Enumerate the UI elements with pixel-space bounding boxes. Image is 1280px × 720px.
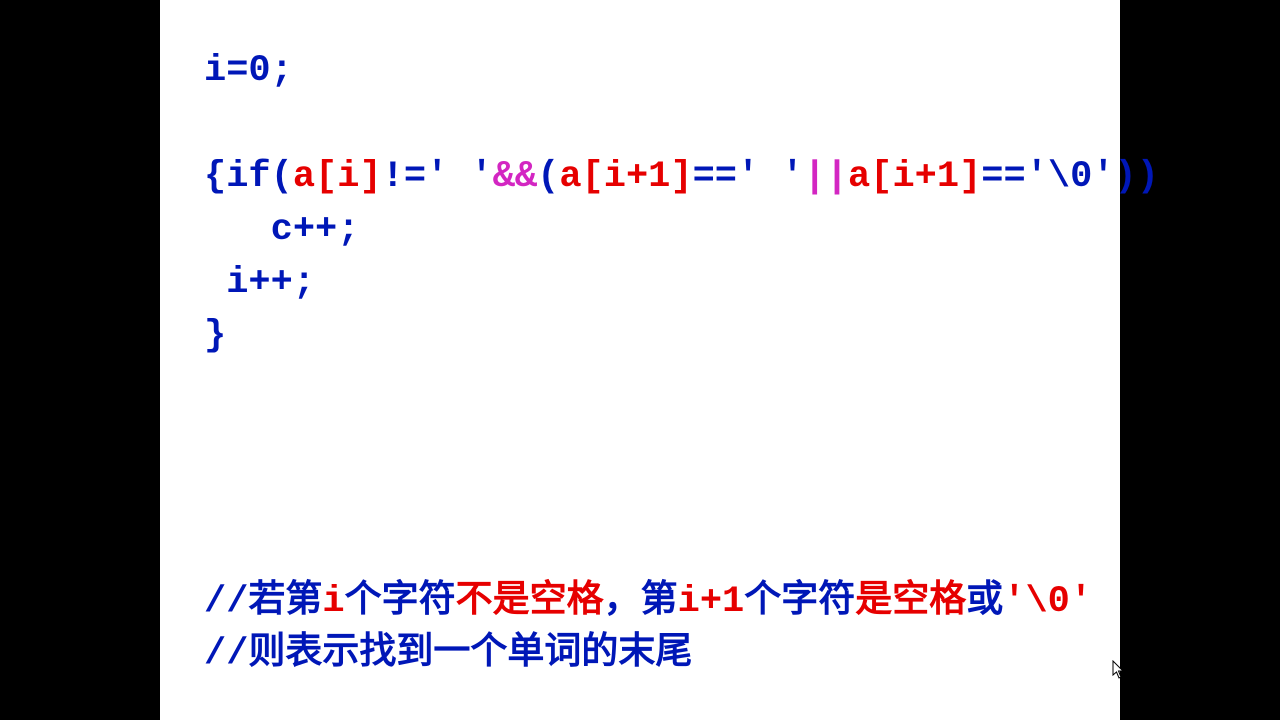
code-block: i=0; {if(a[i]!=' '&&(a[i+1]==' '||a[i+1]… bbox=[204, 45, 1080, 363]
expr-ai1b: a[i+1] bbox=[848, 156, 981, 198]
comment-var-i: i bbox=[322, 581, 344, 623]
comment-nul: '\0' bbox=[1003, 581, 1092, 623]
code-line-4: i++; bbox=[204, 262, 315, 304]
paren: ( bbox=[271, 156, 293, 198]
op-neq: !=' ' bbox=[382, 156, 493, 198]
op-eq2: =='\0' bbox=[981, 156, 1114, 198]
op-eq1: ==' ' bbox=[693, 156, 804, 198]
op-and: && bbox=[493, 156, 537, 198]
comment-line-2: //则表示找到一个单词的末尾 bbox=[204, 628, 1092, 680]
slide-content: i=0; {if(a[i]!=' '&&(a[i+1]==' '||a[i+1]… bbox=[160, 0, 1120, 720]
comment-emph: 不是空格 bbox=[456, 581, 604, 623]
comment-var-i1: i+1 bbox=[678, 581, 745, 623]
comment-text: //若第 bbox=[204, 581, 322, 623]
code-line-1: i=0; bbox=[204, 50, 293, 92]
comment-text: 个字符 bbox=[744, 581, 855, 623]
paren: ( bbox=[537, 156, 559, 198]
comment-text: ，第 bbox=[604, 581, 678, 623]
comment-text: 个字符 bbox=[345, 581, 456, 623]
paren-close: )) bbox=[1115, 156, 1159, 198]
brace-open: { bbox=[204, 156, 226, 198]
op-or: || bbox=[804, 156, 848, 198]
expr-ai1a: a[i+1] bbox=[559, 156, 692, 198]
comment-line-1: //若第i个字符不是空格，第i+1个字符是空格或'\0' bbox=[204, 576, 1092, 628]
expr-ai: a[i] bbox=[293, 156, 382, 198]
comment-emph: 是空格 bbox=[855, 581, 966, 623]
code-line-5: } bbox=[204, 315, 226, 357]
kw-if: if bbox=[226, 156, 270, 198]
comment-block: //若第i个字符不是空格，第i+1个字符是空格或'\0' //则表示找到一个单词… bbox=[204, 576, 1092, 680]
comment-text: 或 bbox=[966, 581, 1003, 623]
code-line-3: c++; bbox=[204, 209, 359, 251]
